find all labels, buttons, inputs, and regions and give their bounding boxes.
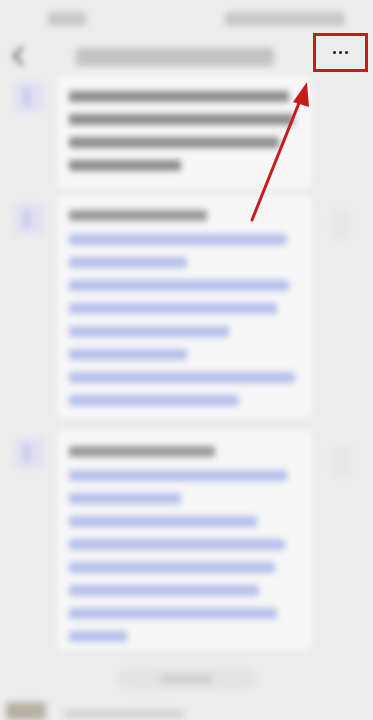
scroll-strip xyxy=(333,210,351,240)
avatar[interactable] xyxy=(14,438,44,468)
text-line xyxy=(64,710,184,718)
load-more-pill[interactable] xyxy=(116,668,256,690)
page-title xyxy=(76,48,274,66)
link-line[interactable] xyxy=(69,395,239,406)
text-line xyxy=(69,114,294,125)
link-line[interactable] xyxy=(69,303,277,314)
chevron-left-icon[interactable] xyxy=(8,44,30,68)
status-time xyxy=(48,12,86,26)
link-line[interactable] xyxy=(69,372,295,383)
link-line[interactable] xyxy=(69,493,181,504)
link-line[interactable] xyxy=(69,608,277,619)
status-icons xyxy=(225,12,345,26)
link-line[interactable] xyxy=(69,585,259,596)
dot xyxy=(345,51,348,54)
avatar[interactable] xyxy=(14,204,44,234)
message-bubble xyxy=(57,430,312,650)
scroll-strip xyxy=(333,446,351,476)
link-line[interactable] xyxy=(69,516,257,527)
text-line xyxy=(69,210,207,221)
dot xyxy=(333,51,336,54)
link-line[interactable] xyxy=(69,562,275,573)
link-line[interactable] xyxy=(69,470,287,481)
dot xyxy=(339,51,342,54)
message-bubble xyxy=(57,76,312,188)
blurred-chat-background xyxy=(0,0,373,720)
link-line[interactable] xyxy=(69,257,187,268)
link-line[interactable] xyxy=(69,349,187,360)
text-line xyxy=(69,137,279,148)
text-line xyxy=(69,91,289,102)
link-line[interactable] xyxy=(69,234,287,245)
text-line xyxy=(69,446,215,457)
link-line[interactable] xyxy=(69,631,127,642)
text-line xyxy=(69,160,181,171)
thumbnail[interactable] xyxy=(6,702,46,720)
link-line[interactable] xyxy=(69,326,229,337)
message-bubble xyxy=(57,196,312,418)
link-line[interactable] xyxy=(69,280,289,291)
avatar[interactable] xyxy=(14,82,44,112)
link-line[interactable] xyxy=(69,539,285,550)
more-options-button[interactable]: ... xyxy=(313,33,368,72)
